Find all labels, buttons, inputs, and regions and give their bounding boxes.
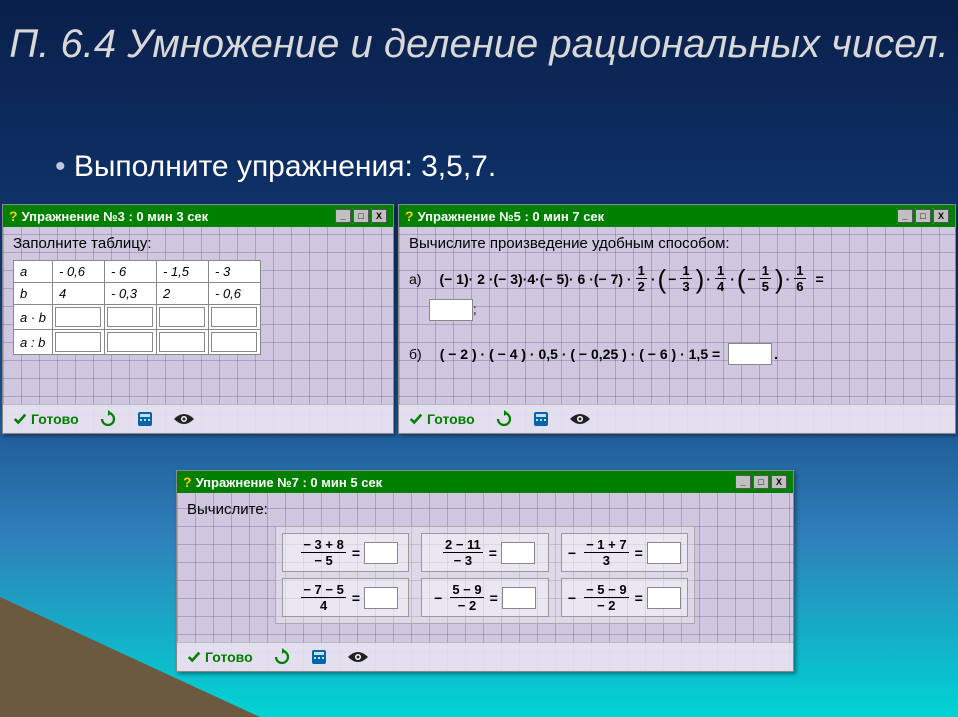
- close-button[interactable]: X: [771, 475, 787, 489]
- ready-button[interactable]: Готово: [187, 649, 253, 665]
- equation-cell: − 7 − 54=: [282, 578, 409, 617]
- answer-input[interactable]: [159, 307, 205, 327]
- answer-input[interactable]: [364, 587, 398, 609]
- data-table: a - 0,6 - 6 - 1,5 - 3 b 4 - 0,3 2 - 0,6 …: [13, 260, 261, 355]
- minimize-button[interactable]: _: [897, 209, 913, 223]
- cell: 4: [53, 283, 105, 305]
- calculator-icon[interactable]: [533, 411, 549, 427]
- cell: - 3: [209, 261, 261, 283]
- expression-b: ( − 2 ) · ( − 4 ) · 0,5 · ( − 0,25 ) · (…: [440, 339, 778, 369]
- help-icon: ?: [9, 208, 18, 224]
- equation-cell: −5 − 9− 2=: [421, 578, 548, 617]
- cell: - 1,5: [157, 261, 209, 283]
- help-icon: ?: [405, 208, 414, 224]
- table-row: a : b: [14, 330, 261, 355]
- ready-button[interactable]: Готово: [409, 411, 475, 427]
- expression-a: (− 1)· 2 ·(− 3)·4·(− 5)· 6 ·(− 7) · 12 ·…: [439, 260, 823, 297]
- eye-icon[interactable]: [173, 412, 195, 426]
- refresh-icon[interactable]: [495, 410, 513, 428]
- cell: - 0,6: [53, 261, 105, 283]
- answer-input[interactable]: [502, 587, 536, 609]
- answer-input[interactable]: [501, 542, 535, 564]
- answer-input[interactable]: [211, 307, 257, 327]
- table-row: a · b: [14, 305, 261, 330]
- answer-input[interactable]: [107, 307, 153, 327]
- answer-input[interactable]: [159, 332, 205, 352]
- eye-icon[interactable]: [347, 650, 369, 664]
- equation-cell: −− 5 − 9− 2=: [561, 578, 688, 617]
- answer-input[interactable]: [647, 542, 681, 564]
- window-footer: Готово: [177, 642, 793, 671]
- window-footer: Готово: [3, 404, 393, 433]
- item-label-a: а): [409, 271, 421, 287]
- equation-cell: − 3 + 8− 5=: [282, 533, 409, 572]
- row-label: a · b: [14, 305, 53, 330]
- maximize-button[interactable]: □: [353, 209, 369, 223]
- equation-cell: 2 − 11− 3=: [421, 533, 548, 572]
- answer-input[interactable]: [55, 332, 101, 352]
- instruction-text: Вычислите:: [187, 501, 783, 518]
- answer-input[interactable]: [429, 299, 473, 321]
- slide-title: П. 6.4 Умножение и деление рациональных …: [0, 20, 958, 68]
- refresh-icon[interactable]: [99, 410, 117, 428]
- instruction-text: Вычислите произведение удобным способом:: [409, 235, 945, 252]
- answer-input[interactable]: [647, 587, 681, 609]
- row-label: a : b: [14, 330, 53, 355]
- window-footer: Готово: [399, 404, 955, 433]
- answer-input[interactable]: [107, 332, 153, 352]
- row-label: b: [14, 283, 53, 305]
- cell: - 6: [105, 261, 157, 283]
- exercise7-window: ? Упражнение №7 : 0 мин 5 сек _ □ X Вычис…: [176, 470, 794, 672]
- window-title: Упражнение №3 : 0 мин 3 сек: [22, 209, 209, 224]
- item-label-b: б): [409, 346, 422, 362]
- window-title: Упражнение №5 : 0 мин 7 сек: [418, 209, 605, 224]
- maximize-button[interactable]: □: [915, 209, 931, 223]
- close-button[interactable]: X: [933, 209, 949, 223]
- equation-cell: −− 1 + 73=: [561, 533, 688, 572]
- slide-subtitle: Выполните упражнения: 3,5,7.: [55, 150, 496, 184]
- table-row: b 4 - 0,3 2 - 0,6: [14, 283, 261, 305]
- answer-input[interactable]: [364, 542, 398, 564]
- exercise3-window: ? Упражнение №3 : 0 мин 3 сек _ □ X Запол…: [2, 204, 394, 434]
- minimize-button[interactable]: _: [335, 209, 351, 223]
- maximize-button[interactable]: □: [753, 475, 769, 489]
- cell: - 0,3: [105, 283, 157, 305]
- table-row: a - 0,6 - 6 - 1,5 - 3: [14, 261, 261, 283]
- cell: - 0,6: [209, 283, 261, 305]
- window-title: Упражнение №7 : 0 мин 5 сек: [196, 475, 383, 490]
- cell: 2: [157, 283, 209, 305]
- titlebar[interactable]: ? Упражнение №3 : 0 мин 3 сек _ □ X: [3, 205, 393, 227]
- exercise5-window: ? Упражнение №5 : 0 мин 7 сек _ □ X Вычис…: [398, 204, 956, 434]
- close-button[interactable]: X: [371, 209, 387, 223]
- minimize-button[interactable]: _: [735, 475, 751, 489]
- answer-input[interactable]: [211, 332, 257, 352]
- instruction-text: Заполните таблицу:: [13, 235, 383, 252]
- calculator-icon[interactable]: [137, 411, 153, 427]
- equation-grid: − 3 + 8− 5= 2 − 11− 3= −− 1 + 73= − 7 − …: [275, 526, 695, 624]
- help-icon: ?: [183, 474, 192, 490]
- answer-input[interactable]: [55, 307, 101, 327]
- answer-input[interactable]: [728, 343, 772, 365]
- titlebar[interactable]: ? Упражнение №7 : 0 мин 5 сек _ □ X: [177, 471, 793, 493]
- refresh-icon[interactable]: [273, 648, 291, 666]
- calculator-icon[interactable]: [311, 649, 327, 665]
- row-label: a: [14, 261, 53, 283]
- titlebar[interactable]: ? Упражнение №5 : 0 мин 7 сек _ □ X: [399, 205, 955, 227]
- ready-button[interactable]: Готово: [13, 411, 79, 427]
- eye-icon[interactable]: [569, 412, 591, 426]
